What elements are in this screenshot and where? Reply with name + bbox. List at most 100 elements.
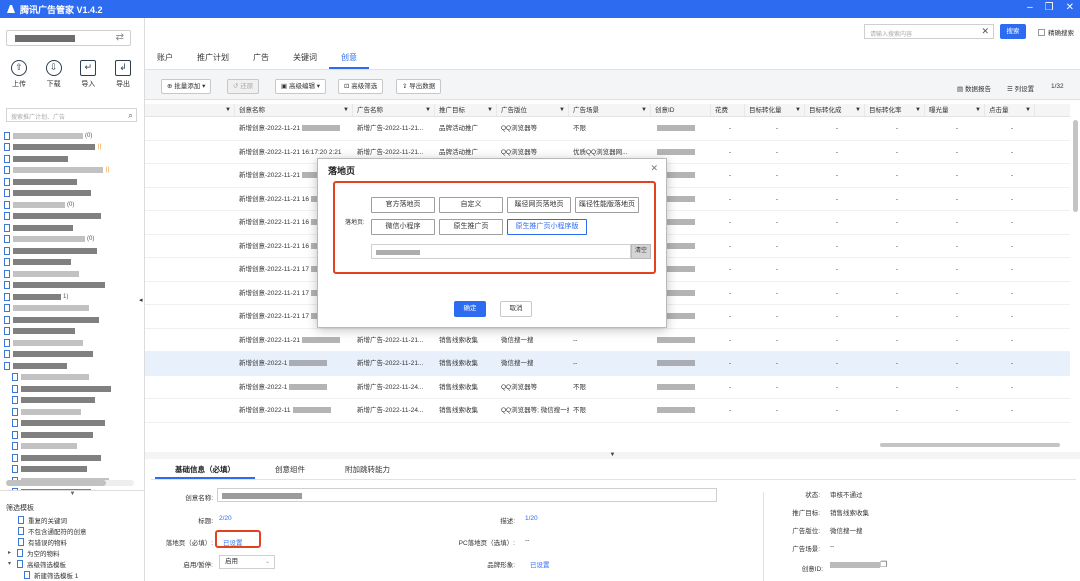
table-horizontal-scrollbar[interactable]	[880, 443, 1060, 447]
detail-tab-0[interactable]: 基础信息（必填）	[155, 463, 255, 479]
table-cell[interactable]: 新增创意-2022-1	[235, 376, 353, 399]
table-cell[interactable]: -	[805, 164, 865, 187]
chevron-down-icon[interactable]: ▾	[8, 560, 14, 567]
brand-image-value[interactable]: 已设置	[530, 559, 550, 569]
column-header[interactable]: 目标转化成 ▼	[805, 104, 865, 116]
table-cell[interactable]: -	[805, 211, 865, 234]
column-header[interactable]: ▼	[145, 104, 235, 116]
table-cell[interactable]: -	[865, 188, 925, 211]
table-cell[interactable]: -	[805, 399, 865, 422]
table-cell[interactable]: -	[865, 164, 925, 187]
filter-template-item[interactable]: 重复的关键词	[8, 514, 138, 525]
table-cell[interactable]: -	[865, 235, 925, 258]
table-row[interactable]: 新增创意-2022-11-21 新增广告-2022-11-21... 销售线索收集 微…	[145, 329, 1070, 352]
tree-item[interactable]	[4, 326, 134, 338]
filter-template-item[interactable]: 新建筛选模板 1	[8, 569, 138, 580]
table-cell[interactable]: -	[711, 235, 745, 258]
table-cell[interactable]: -	[985, 282, 1035, 305]
table-cell[interactable]: -	[925, 235, 985, 258]
column-header[interactable]: 推广目标 ▼	[435, 104, 497, 116]
table-cell[interactable]: 品牌活动推广	[435, 117, 497, 140]
table-cell[interactable]: -	[865, 352, 925, 375]
creative-name-input[interactable]	[217, 488, 717, 502]
landing-url-input[interactable]	[371, 244, 631, 259]
table-cell[interactable]	[145, 164, 235, 187]
table-cell[interactable]: -	[925, 352, 985, 375]
column-filter-icon[interactable]: ▼	[559, 104, 565, 116]
table-cell[interactable]: -	[925, 164, 985, 187]
landing-option-4[interactable]: 微信小程序	[371, 219, 435, 235]
account-select[interactable]: ⇄	[6, 30, 131, 46]
tree-item[interactable]	[4, 452, 134, 464]
tree-item[interactable]	[4, 441, 134, 453]
table-cell[interactable]: 新增广告-2022-11-21...	[353, 329, 435, 352]
table-cell[interactable]: -	[711, 329, 745, 352]
landing-option-1[interactable]: 自定义	[439, 197, 503, 213]
clear-button[interactable]: 清空	[631, 244, 651, 259]
tree-item[interactable]	[4, 406, 134, 418]
table-row[interactable]: 新增创意-2022-11 新增广告-2022-11-24... 销售线索收集 QQ浏览…	[145, 399, 1070, 423]
tree-item[interactable]	[4, 176, 134, 188]
table-cell[interactable]: QQ浏览器等	[497, 117, 569, 140]
table-cell[interactable]: -	[985, 211, 1035, 234]
tool-export[interactable]: ↲ 导出	[110, 60, 136, 89]
table-vertical-scrollbar[interactable]	[1073, 120, 1078, 212]
clear-search-icon[interactable]: ✕	[981, 26, 989, 37]
dialog-close-icon[interactable]: ✕	[650, 163, 658, 174]
table-cell[interactable]: -	[865, 305, 925, 328]
table-cell[interactable]: -	[711, 211, 745, 234]
table-cell[interactable]: -	[711, 305, 745, 328]
tree-item[interactable]: 1)	[4, 291, 134, 303]
batch-add-button[interactable]: ⊕ 批量添加 ▾	[161, 79, 212, 94]
tab-4[interactable]: 创意	[329, 48, 369, 69]
table-cell[interactable]: -	[865, 329, 925, 352]
column-filter-icon[interactable]: ▼	[225, 104, 231, 116]
collapse-panel-icon[interactable]: ◂	[139, 296, 143, 304]
table-cell[interactable]	[145, 258, 235, 281]
chevron-right-icon[interactable]: ▸	[8, 549, 14, 556]
table-cell[interactable]: -	[805, 117, 865, 140]
table-cell[interactable]: --	[569, 329, 651, 352]
table-cell[interactable]: -	[711, 164, 745, 187]
tree-item[interactable]	[4, 372, 134, 384]
table-cell[interactable]: -	[805, 282, 865, 305]
search-button[interactable]: 搜索	[1000, 24, 1026, 39]
table-cell[interactable]: -	[985, 399, 1035, 422]
table-row[interactable]: 新增创意-2022-11-21 新增广告-2022-11-21... 品牌活动推广 Q…	[145, 117, 1070, 141]
advanced-edit-button[interactable]: ▣ 高级编辑 ▾	[275, 79, 327, 94]
table-cell[interactable]	[145, 117, 235, 140]
tree-item[interactable]	[4, 464, 134, 476]
table-cell[interactable]: -	[985, 235, 1035, 258]
table-cell[interactable]: -	[745, 282, 805, 305]
table-cell[interactable]: 不限	[569, 376, 651, 399]
column-filter-icon[interactable]: ▼	[487, 104, 493, 116]
account-tree[interactable]: (0) || || (0) (0) 1)	[4, 130, 134, 490]
restore-button[interactable]: ↺ 还原	[227, 79, 260, 94]
column-filter-icon[interactable]: ▼	[975, 104, 981, 116]
table-cell[interactable]: 微信搜一搜	[497, 352, 569, 375]
table-cell[interactable]: -	[711, 282, 745, 305]
copy-icon[interactable]: ❐	[880, 560, 887, 569]
filter-template-item[interactable]: ▸ 为空的物料	[8, 547, 138, 558]
table-cell[interactable]: -	[985, 141, 1035, 164]
column-filter-icon[interactable]: ▼	[1025, 104, 1031, 116]
table-cell[interactable]: -	[805, 141, 865, 164]
table-cell[interactable]: -	[925, 258, 985, 281]
table-cell[interactable]: -	[745, 235, 805, 258]
table-cell[interactable]: -	[985, 305, 1035, 328]
column-filter-icon[interactable]: ▼	[641, 104, 647, 116]
data-report-button[interactable]: ▤ 数据报告	[957, 83, 991, 93]
table-cell[interactable]: -	[985, 188, 1035, 211]
table-cell[interactable]: -	[925, 399, 985, 422]
enable-pause-select[interactable]: 启用 ⌄	[219, 555, 275, 569]
table-cell[interactable]	[145, 211, 235, 234]
table-cell[interactable]: 不限	[569, 117, 651, 140]
table-cell[interactable]: -	[805, 258, 865, 281]
restore-icon[interactable]: ❐	[1045, 2, 1054, 13]
table-cell[interactable]: 新增广告-2022-11-24...	[353, 399, 435, 422]
column-filter-icon[interactable]: ▼	[915, 104, 921, 116]
table-cell[interactable]: -	[745, 164, 805, 187]
table-cell[interactable]: 新增广告-2022-11-24...	[353, 376, 435, 399]
tree-search-input[interactable]: 搜索推广计划、广告 ⌕	[6, 108, 137, 122]
tree-item[interactable]	[4, 429, 134, 441]
